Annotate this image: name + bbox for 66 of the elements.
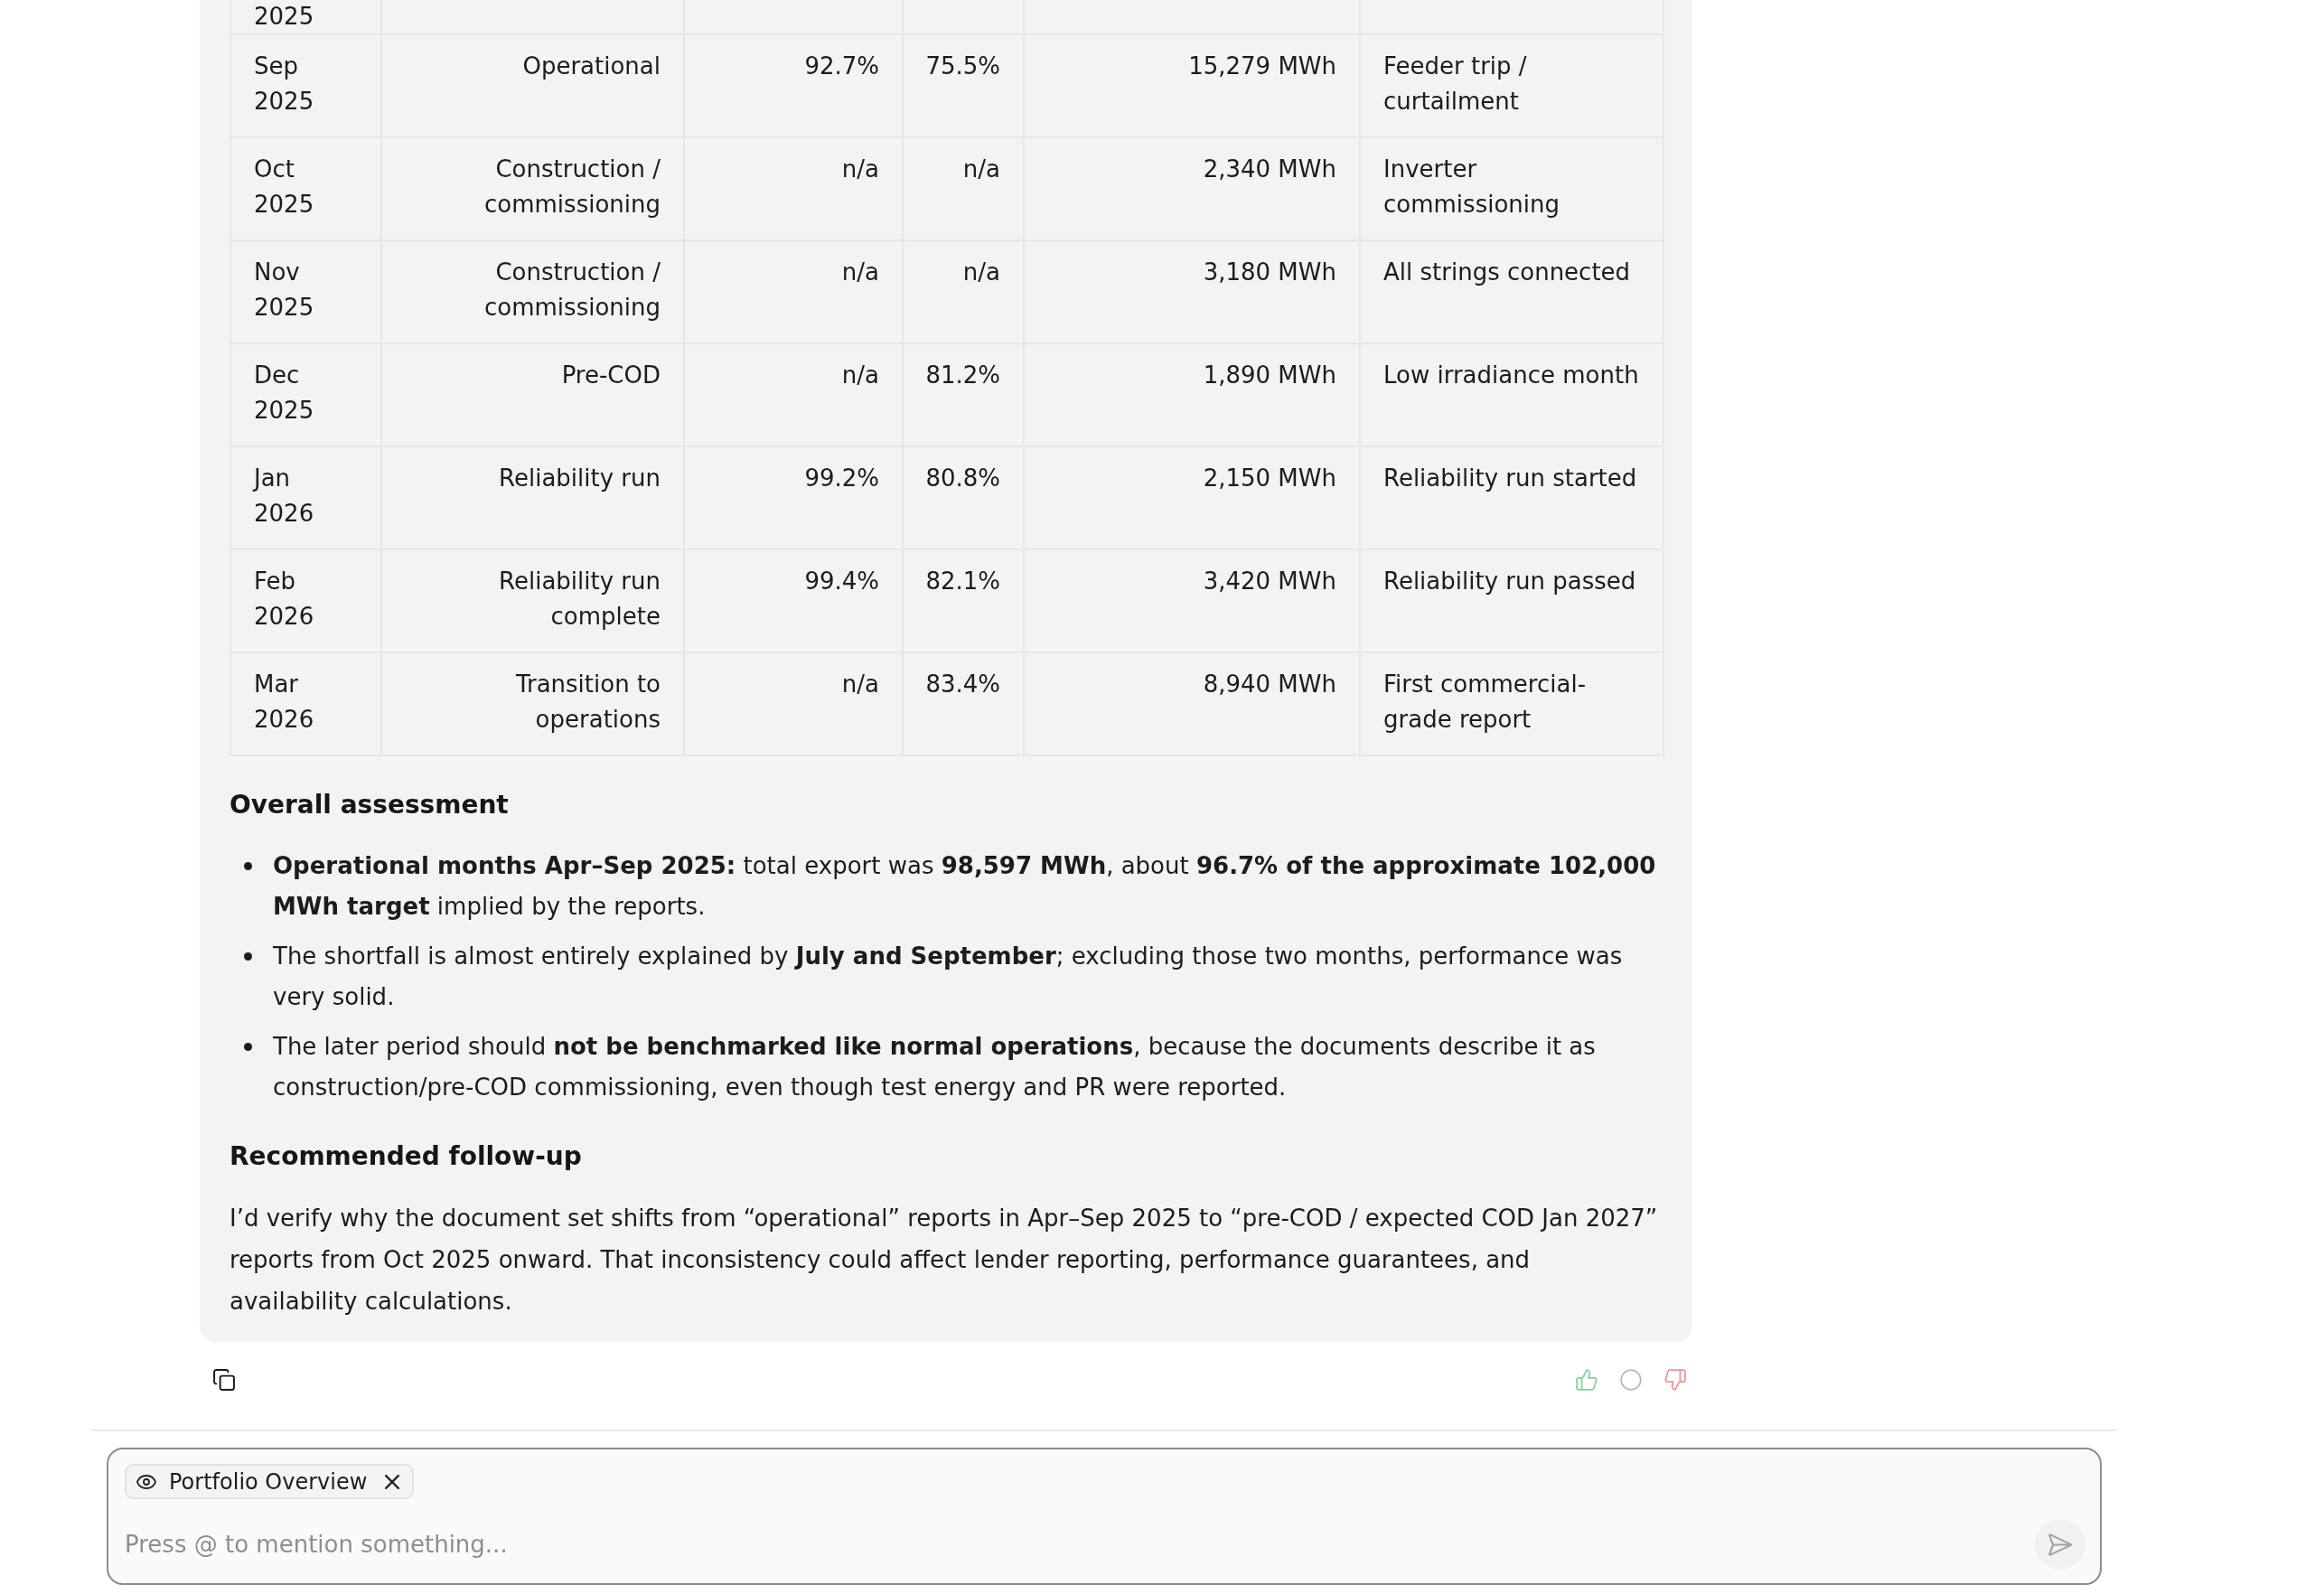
close-icon [385,1474,400,1489]
table-cell: 82.1% [903,549,1024,652]
table-cell: 2025 [230,0,381,34]
table-cell: 8,940 MWh [1024,652,1360,755]
thumbs-up-icon [1576,1369,1598,1391]
bullet-text: Operational months Apr–Sep 2025: total export was 98,597 MWh, about 96.7% of the approximate 102,000 MWh target implied by the reports. [273,851,1657,922]
table-cell: 83.4% [903,652,1024,755]
table-cell: 75.5% [903,34,1024,137]
thumbs-up-button[interactable] [1576,1369,1598,1391]
bullet-icon [244,952,252,961]
table-cell: n/a [684,652,903,755]
section-heading: Recommended follow-up [230,1140,583,1173]
copy-button[interactable] [213,1369,235,1391]
table-cell: Sep 2025 [230,34,381,137]
table-cell: Feeder trip / curtailment [1360,34,1663,137]
paragraph: I’d verify why the document set shifts from “operational” reports in Apr–Sep 2025 to “pre-COD / expected COD Jan 2027” reports from Oct 2025 onward. That inconsistency could affect lender reporting, performance guarantees, and availability calculations. [230,1204,1659,1317]
message-input[interactable]: Press @ to mention something... [125,1526,2017,1562]
table-cell: Reliability run [381,446,684,549]
table-cell: 80.8% [903,446,1024,549]
table-cell: n/a [903,240,1024,343]
thumbs-down-icon [1664,1369,1686,1391]
table-cell: Low irradiance month [1360,343,1663,446]
table-cell: Construction / commissioning [381,137,684,240]
table-cell: 15,279 MWh [1024,34,1360,137]
table-cell: Operational [381,34,684,137]
section-heading: Overall assessment [230,789,510,821]
table-cell: Inverter commissioning [1360,137,1663,240]
table-cell: 81.2% [903,343,1024,446]
table-cell: 3,420 MWh [1024,549,1360,652]
bullet-icon [244,862,252,870]
remove-chip-button[interactable] [385,1474,400,1489]
eye-icon [136,1474,156,1489]
chip-label: Portfolio Overview [169,1467,368,1496]
table-cell: Pre-COD [381,343,684,446]
bullet-text: The shortfall is almost entirely explained by July and September; excluding those two months, performance was very solid. [273,942,1624,1012]
table-cell: 92.7% [684,34,903,137]
table-cell: n/a [684,137,903,240]
table-cell: 2,150 MWh [1024,446,1360,549]
table-cell: 99.2% [684,446,903,549]
circle-icon [1620,1369,1642,1391]
table-cell: Reliability run passed [1360,549,1663,652]
table-cell: Transition to operations [381,652,684,755]
bullet-icon [244,1043,252,1051]
bullet-text: The later period should not be benchmarked like normal operations, because the documents describe it as construction/pre-COD commissioning, even though test energy and PR were reported. [273,1032,1597,1102]
table-cell: Nov 2025 [230,240,381,343]
table-cell: Oct 2025 [230,137,381,240]
table-cell: 2,340 MWh [1024,137,1360,240]
table-cell: n/a [684,343,903,446]
thumbs-down-button[interactable] [1664,1369,1686,1391]
table-cell: First commercial-grade report [1360,652,1663,755]
table-cell: 1,890 MWh [1024,343,1360,446]
table-cell: Feb 2026 [230,549,381,652]
copy-icon [213,1369,235,1391]
table-cell: n/a [903,137,1024,240]
table-cell: All strings connected [1360,240,1663,343]
table-cell: Jan 2026 [230,446,381,549]
send-icon [2048,1533,2072,1556]
table-cell: 3,180 MWh [1024,240,1360,343]
table-cell: n/a [684,240,903,343]
table-cell: Reliability run complete [381,549,684,652]
table-cell: Mar 2026 [230,652,381,755]
table-cell: 99.4% [684,549,903,652]
table-cell: Reliability run started [1360,446,1663,549]
table-cell: Dec 2025 [230,343,381,446]
neutral-button[interactable] [1620,1369,1642,1391]
table-cell: Construction / commissioning [381,240,684,343]
